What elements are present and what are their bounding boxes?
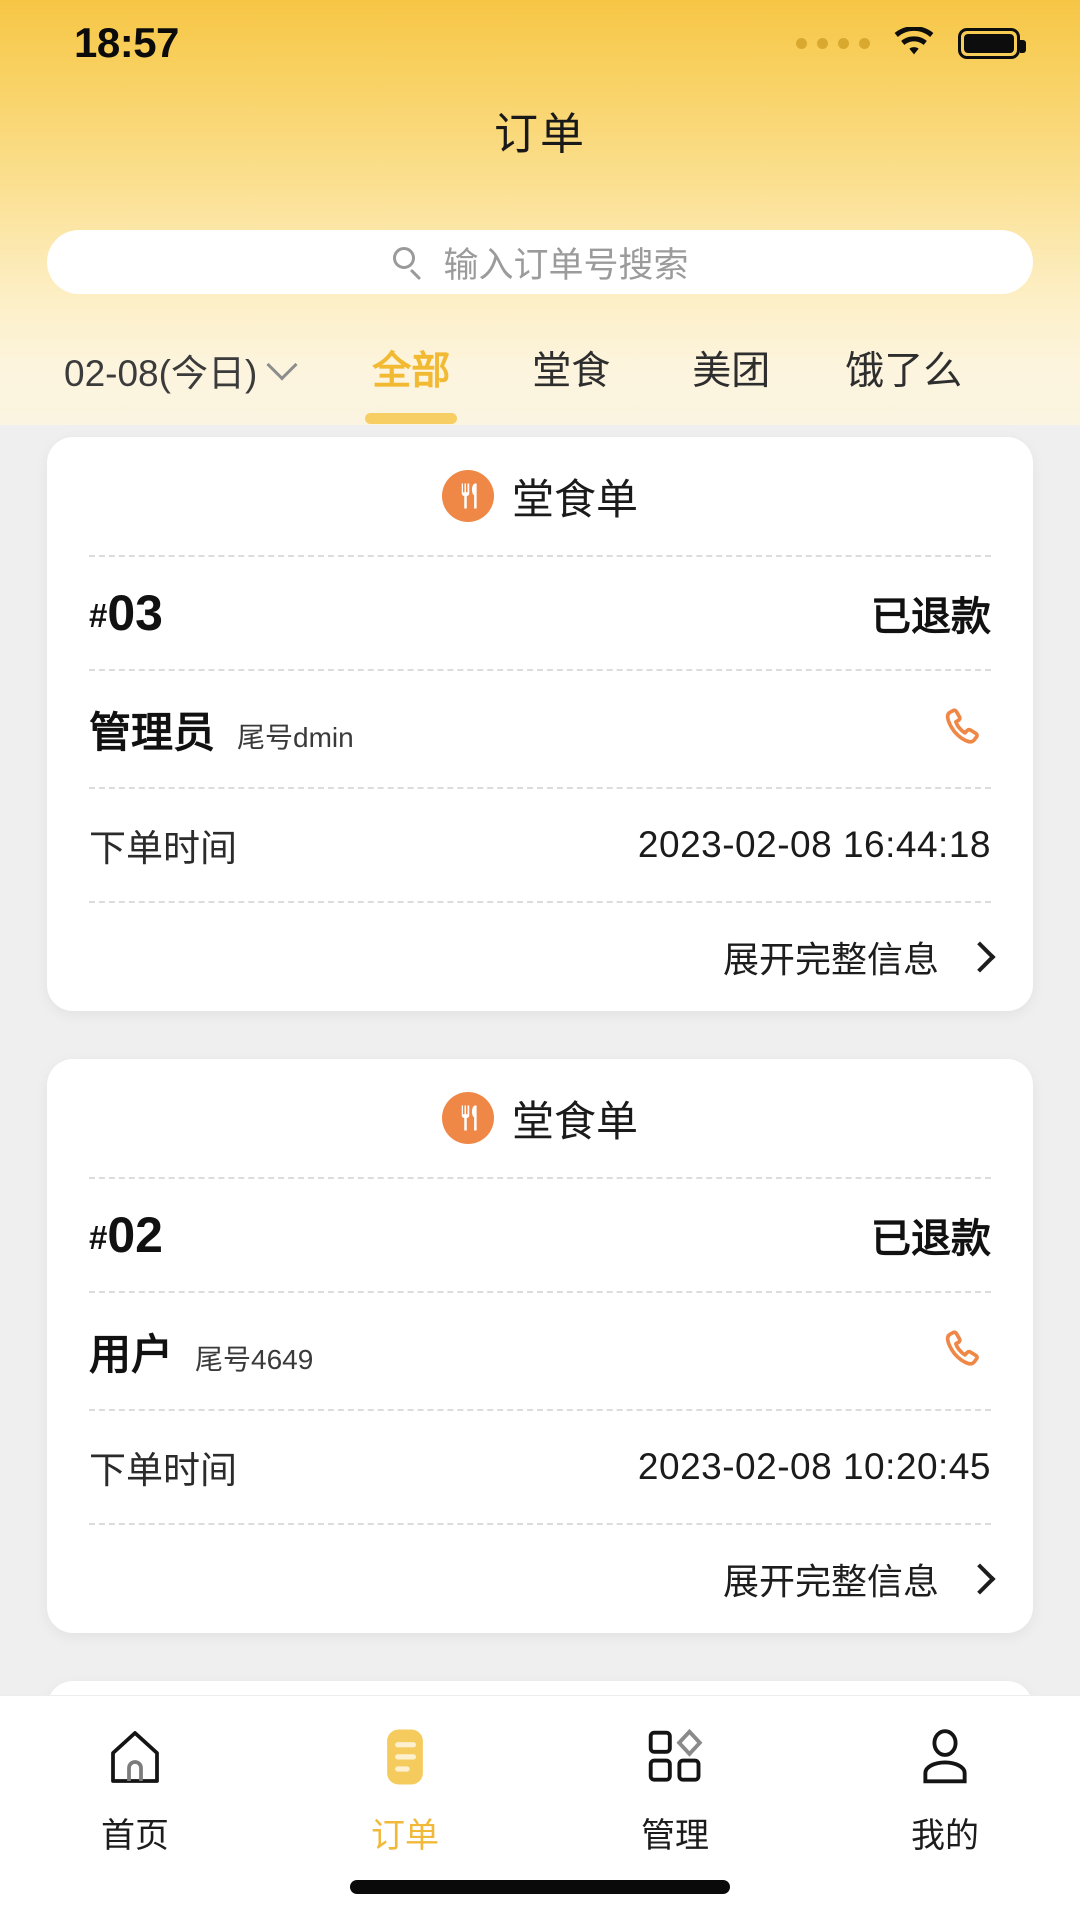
order-type-label: 堂食单 xyxy=(511,1097,638,1145)
date-picker[interactable]: 02-08(今日) xyxy=(64,343,298,397)
user-profile-icon xyxy=(908,1720,982,1794)
wifi-icon xyxy=(892,26,936,59)
status-bar-time: 18:57 xyxy=(74,19,179,66)
tab-meituan[interactable]: 美团 xyxy=(651,340,811,424)
order-number-row: #02 已退款 xyxy=(89,1179,991,1291)
expand-info-label: 展开完整信息 xyxy=(722,1561,939,1602)
search-icon xyxy=(391,245,425,281)
order-source-tabs: 全部 堂食 美团 饿了么 xyxy=(331,335,996,424)
home-icon xyxy=(98,1720,172,1794)
order-card[interactable]: 堂食单 xyxy=(47,1681,1033,1695)
chevron-down-icon xyxy=(266,349,298,381)
order-card-header: 堂食单 xyxy=(89,1681,991,1695)
battery-full-icon xyxy=(958,27,1026,59)
chevron-right-icon xyxy=(964,941,996,973)
order-card[interactable]: 堂食单 #03 已退款 管理员 尾号dmin 下单时间 2023-02-08 1… xyxy=(47,437,1033,1011)
customer-name: 管理员 xyxy=(89,708,216,756)
tab-active-underline xyxy=(365,413,458,424)
tab-all[interactable]: 全部 xyxy=(331,340,491,424)
order-number-value: 02 xyxy=(107,1207,163,1263)
customer-name: 用户 xyxy=(89,1330,174,1378)
tab-label: 饿了么 xyxy=(845,350,963,393)
order-time-value: 2023-02-08 10:20:45 xyxy=(637,1446,991,1487)
nav-label: 订单 xyxy=(371,1817,439,1855)
customer-row: 用户 尾号4649 xyxy=(89,1293,991,1409)
cutlery-icon xyxy=(441,470,494,522)
status-badge: 已退款 xyxy=(871,595,991,639)
order-list-icon xyxy=(368,1720,442,1794)
cutlery-icon xyxy=(441,1092,494,1144)
expand-info-button[interactable]: 展开完整信息 xyxy=(89,903,996,1011)
order-card[interactable]: 堂食单 #02 已退款 用户 尾号4649 下单时间 2023-02-08 10… xyxy=(47,1059,1033,1633)
nav-item-profile[interactable]: 我的 xyxy=(810,1696,1080,1920)
date-picker-label: 02-08(今日) xyxy=(64,353,258,394)
search-input[interactable]: 输入订单号搜索 xyxy=(47,230,1033,294)
order-number: #03 xyxy=(89,584,163,642)
chevron-right-icon xyxy=(964,1563,996,1595)
order-number: #02 xyxy=(89,1206,163,1264)
tab-dine-in[interactable]: 堂食 xyxy=(491,340,651,424)
tab-label: 美团 xyxy=(692,350,771,393)
home-indicator xyxy=(350,1880,730,1894)
order-time-label: 下单时间 xyxy=(89,1450,237,1491)
hash-prefix: # xyxy=(89,597,108,634)
customer-tail-number: 尾号dmin xyxy=(237,721,354,753)
order-time-row: 下单时间 2023-02-08 10:20:45 xyxy=(89,1411,991,1523)
page-header: 18:57 订单 输入订单号搜索 02-08(今日) 全部 堂食 美团 饿了么 xyxy=(0,0,1080,425)
order-type-label: 堂食单 xyxy=(511,475,638,523)
order-time-row: 下单时间 2023-02-08 16:44:18 xyxy=(89,789,991,901)
signal-dots-icon xyxy=(796,37,870,49)
phone-icon[interactable] xyxy=(939,1325,991,1377)
expand-info-button[interactable]: 展开完整信息 xyxy=(89,1525,996,1633)
order-number-row: #03 已退款 xyxy=(89,557,991,669)
order-number-value: 03 xyxy=(107,585,163,641)
customer-row: 管理员 尾号dmin xyxy=(89,671,991,787)
manage-grid-icon xyxy=(638,1720,712,1794)
nav-label: 我的 xyxy=(911,1817,979,1855)
tab-eleme[interactable]: 饿了么 xyxy=(811,340,996,424)
status-bar: 18:57 xyxy=(0,0,1080,86)
hash-prefix: # xyxy=(89,1219,108,1256)
expand-info-label: 展开完整信息 xyxy=(722,939,939,980)
tab-label: 堂食 xyxy=(532,350,611,393)
status-badge: 已退款 xyxy=(871,1217,991,1261)
nav-label: 管理 xyxy=(641,1817,709,1855)
page-title: 订单 xyxy=(494,110,586,159)
filter-row: 02-08(今日) 全部 堂食 美团 饿了么 xyxy=(0,325,1080,425)
tab-label: 全部 xyxy=(372,350,451,393)
order-time-label: 下单时间 xyxy=(89,828,237,869)
customer-tail-number: 尾号4649 xyxy=(195,1343,314,1375)
nav-item-home[interactable]: 首页 xyxy=(0,1696,270,1920)
order-card-header: 堂食单 xyxy=(89,1059,991,1177)
order-time-value: 2023-02-08 16:44:18 xyxy=(637,824,991,865)
nav-label: 首页 xyxy=(101,1817,169,1855)
search-placeholder: 输入订单号搜索 xyxy=(443,245,689,285)
order-card-header: 堂食单 xyxy=(89,437,991,555)
order-list[interactable]: 堂食单 #03 已退款 管理员 尾号dmin 下单时间 2023-02-08 1… xyxy=(0,405,1080,1695)
phone-icon[interactable] xyxy=(939,703,991,755)
